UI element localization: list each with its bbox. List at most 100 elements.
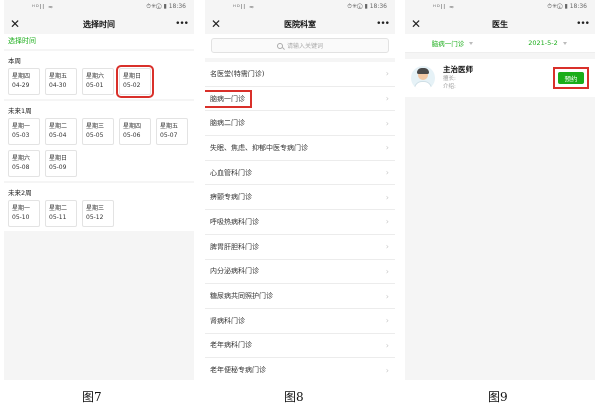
nav-bar: ✕ 医生 ••• bbox=[405, 14, 595, 34]
page-title: 医生 bbox=[492, 19, 508, 29]
date-weekday: 星期二 bbox=[49, 205, 68, 212]
date-weekday: 星期三 bbox=[86, 205, 105, 212]
week-title: 本周 bbox=[8, 57, 21, 65]
more-icon[interactable]: ••• bbox=[575, 19, 590, 29]
filter-bar: 脑病一门诊 2021-5-2 bbox=[405, 34, 595, 53]
date-filter[interactable]: 2021-5-2 bbox=[500, 39, 595, 47]
date-value: 05-07 bbox=[160, 132, 178, 139]
week-section: 未来2周星期一 05-10 星期二 05-11 星期三 05-12 bbox=[4, 183, 194, 231]
status-right: ⏱✳ⓒ ▮ 18:36 bbox=[547, 3, 587, 10]
department-item[interactable]: 肾病科门诊 › bbox=[205, 308, 395, 334]
date-value: 05-04 bbox=[49, 132, 67, 139]
date-weekday: 星期五 bbox=[49, 73, 68, 80]
search-input[interactable]: 请输入关键词 bbox=[211, 38, 389, 53]
date-weekday: 星期六 bbox=[12, 155, 31, 162]
week-title: 未来2周 bbox=[8, 189, 32, 197]
screen-departments: ᴴᴰll ≈ ⏱✳ⓒ ▮ 18:36 ✕ 医院科室 ••• 请输入关键词 名医堂… bbox=[205, 0, 395, 380]
department-item[interactable]: 名医堂(特需门诊) › bbox=[205, 62, 395, 87]
date-grid: 星期一 05-03 星期二 05-04 星期三 05-05 星期四 05-06 星期五 05-07… bbox=[8, 118, 190, 177]
chevron-right-icon: › bbox=[385, 340, 389, 350]
date-cell[interactable]: 星期六 05-08 bbox=[8, 150, 40, 177]
department-label: 心血管科门诊 bbox=[210, 168, 252, 177]
date-cell[interactable]: 星期一 05-10 bbox=[8, 200, 40, 227]
date-value: 05-09 bbox=[49, 164, 67, 171]
status-right: ⏱✳ⓒ ▮ 18:36 bbox=[347, 3, 387, 10]
status-bar: ᴴᴰll ≈ ⏱✳ⓒ ▮ 18:36 bbox=[205, 0, 395, 14]
date-cell[interactable]: 星期一 05-03 bbox=[8, 118, 40, 145]
date-value: 05-12 bbox=[86, 214, 104, 221]
department-label: 老年病科门诊 bbox=[210, 341, 252, 350]
caption-fig7: 图7 bbox=[82, 390, 102, 404]
book-button[interactable]: 预约 bbox=[558, 72, 584, 84]
date-value: 05-06 bbox=[123, 132, 141, 139]
date-cell[interactable]: 星期日 05-02 bbox=[116, 65, 154, 98]
department-item[interactable]: 老年便秘专病门诊 › bbox=[205, 358, 395, 380]
date-value: 05-10 bbox=[12, 214, 30, 221]
date-weekday: 星期日 bbox=[123, 73, 142, 80]
date-cell[interactable]: 星期五 05-07 bbox=[156, 118, 188, 145]
date-cell[interactable]: 星期三 05-12 bbox=[82, 200, 114, 227]
close-icon[interactable]: ✕ bbox=[10, 18, 24, 30]
department-item[interactable]: 老年病科门诊 › bbox=[205, 333, 395, 359]
date-grid: 星期四 04-29 星期五 04-30 星期六 05-01 星期日 05-02 bbox=[8, 65, 190, 98]
date-cell[interactable]: 星期四 04-29 bbox=[8, 68, 40, 95]
date-grid: 星期一 05-10 星期二 05-11 星期三 05-12 bbox=[8, 200, 190, 227]
date-value: 05-02 bbox=[123, 82, 141, 89]
department-item[interactable]: 呼吸热病科门诊 › bbox=[205, 210, 395, 235]
selected-label: 选择时间 bbox=[4, 34, 194, 49]
book-button-highlight: 预约 bbox=[553, 67, 589, 89]
date-cell[interactable]: 星期四 05-06 bbox=[119, 118, 151, 145]
close-icon[interactable]: ✕ bbox=[411, 18, 425, 30]
screen-select-time: ᴴᴰll ≈ ⏱✳ⓒ ▮ 18:36 ✕ 选择时间 ••• 选择时间 本周星期四… bbox=[4, 0, 194, 380]
date-cell[interactable]: 星期五 04-30 bbox=[45, 68, 77, 95]
signal-icon: ᴴᴰll ≈ bbox=[233, 3, 256, 11]
date-cell[interactable]: 星期三 05-05 bbox=[82, 118, 114, 145]
date-weekday: 星期四 bbox=[12, 73, 31, 80]
screenshot-stage: ᴴᴰll ≈ ⏱✳ⓒ ▮ 18:36 ✕ 选择时间 ••• 选择时间 本周星期四… bbox=[0, 0, 603, 405]
date-value: 05-05 bbox=[86, 132, 104, 139]
department-item[interactable]: 脑病一门诊 › bbox=[205, 86, 395, 112]
department-label: 糖尿病共同照护门诊 bbox=[210, 292, 273, 301]
department-label: 名医堂(特需门诊) bbox=[210, 69, 265, 78]
date-value: 05-11 bbox=[49, 214, 67, 221]
chevron-right-icon: › bbox=[385, 217, 389, 227]
chevron-right-icon: › bbox=[385, 291, 389, 301]
nav-bar: ✕ 医院科室 ••• bbox=[205, 14, 395, 34]
date-weekday: 星期四 bbox=[123, 123, 142, 130]
department-label: 老年便秘专病门诊 bbox=[210, 366, 266, 375]
department-label: 脾胃肝胆科门诊 bbox=[210, 242, 259, 251]
date-cell[interactable]: 星期六 05-01 bbox=[82, 68, 114, 95]
chevron-right-icon: › bbox=[385, 365, 389, 375]
caption-fig9: 图9 bbox=[488, 390, 508, 404]
date-cell[interactable]: 星期日 05-09 bbox=[45, 150, 77, 177]
status-bar: ᴴᴰll ≈ ⏱✳ⓒ ▮ 18:36 bbox=[4, 0, 194, 14]
department-item[interactable]: 糖尿病共同照护门诊 › bbox=[205, 284, 395, 309]
search-icon bbox=[276, 42, 283, 49]
date-weekday: 星期五 bbox=[160, 123, 179, 130]
chevron-right-icon: › bbox=[385, 316, 389, 326]
signal-icon: ᴴᴰll ≈ bbox=[433, 3, 456, 11]
doctor-intro: 介绍: bbox=[443, 84, 456, 90]
department-item[interactable]: 心血管科门诊 › bbox=[205, 160, 395, 186]
date-value: 05-03 bbox=[12, 132, 30, 139]
department-list: 名医堂(特需门诊) › 脑病一门诊 › 脑病二门诊 › 失眠、焦虑、抑郁中医专病门诊 › 心血管… bbox=[205, 62, 395, 380]
department-item[interactable]: 痹颤专病门诊 › bbox=[205, 185, 395, 211]
department-label: 失眠、焦虑、抑郁中医专病门诊 bbox=[210, 143, 308, 152]
department-label: 呼吸热病科门诊 bbox=[210, 217, 259, 226]
department-filter[interactable]: 脑病一门诊 bbox=[405, 38, 500, 48]
department-item[interactable]: 失眠、焦虑、抑郁中医专病门诊 › bbox=[205, 136, 395, 161]
week-title: 未来1周 bbox=[8, 107, 32, 115]
date-weekday: 星期二 bbox=[49, 123, 68, 130]
date-cell[interactable]: 星期二 05-11 bbox=[45, 200, 77, 227]
department-item[interactable]: 脾胃肝胆科门诊 › bbox=[205, 234, 395, 260]
doctor-card[interactable]: 主治医师 擅长: 介绍: 预约 bbox=[405, 59, 595, 97]
more-icon[interactable]: ••• bbox=[174, 19, 189, 29]
doctor-info: 主治医师 擅长: 介绍: bbox=[443, 65, 553, 91]
department-item[interactable]: 脑病二门诊 › bbox=[205, 111, 395, 137]
date-cell[interactable]: 星期二 05-04 bbox=[45, 118, 77, 145]
department-item[interactable]: 内分泌病科门诊 › bbox=[205, 259, 395, 285]
close-icon[interactable]: ✕ bbox=[211, 18, 225, 30]
chevron-right-icon: › bbox=[385, 94, 389, 104]
page-title: 选择时间 bbox=[83, 19, 115, 29]
more-icon[interactable]: ••• bbox=[375, 19, 390, 29]
